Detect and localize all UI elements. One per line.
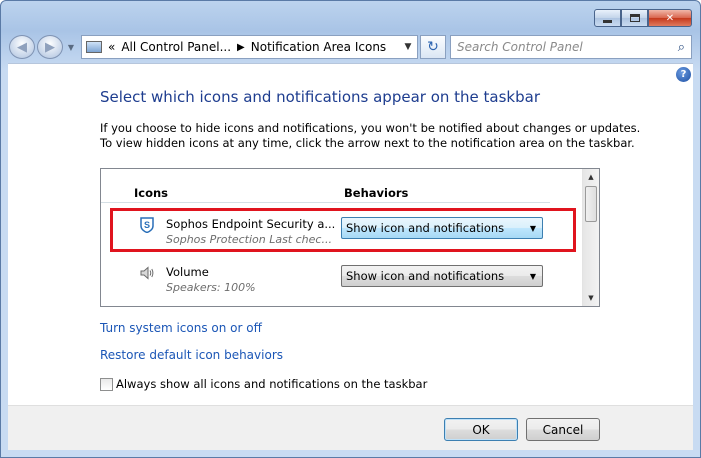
list-item-name: Volume — [166, 265, 209, 279]
minimize-icon — [603, 19, 612, 23]
behavior-dropdown-value: Show icon and notifications — [346, 269, 505, 283]
refresh-button[interactable]: ↻ — [420, 35, 446, 59]
page-description: If you choose to hide icons and notifica… — [100, 121, 660, 151]
scroll-down-icon: ▼ — [588, 294, 594, 302]
always-show-checkbox-label[interactable]: Always show all icons and notifications … — [116, 377, 427, 391]
address-dropdown-icon[interactable]: ▼ — [399, 42, 417, 52]
scroll-down-button[interactable]: ▼ — [583, 290, 599, 306]
breadcrumb-separator-icon[interactable]: ▶ — [237, 42, 245, 53]
button-bar: OK Cancel — [8, 405, 693, 450]
control-panel-icon — [86, 41, 102, 53]
back-button[interactable]: ◀ — [9, 35, 35, 59]
help-icon[interactable]: ? — [676, 67, 691, 82]
list-item[interactable]: Volume Speakers: 100% Show icon and noti… — [101, 259, 585, 305]
minimize-button[interactable] — [594, 9, 621, 27]
annotation-highlight-box — [110, 208, 576, 252]
search-input[interactable]: Search Control Panel ⌕ — [450, 35, 692, 59]
column-header-behaviors: Behaviors — [344, 186, 409, 200]
search-placeholder: Search Control Panel — [457, 40, 583, 54]
cancel-button[interactable]: Cancel — [526, 418, 600, 441]
scroll-thumb[interactable] — [585, 186, 597, 222]
navigation-bar: ◀ ▶ ▼ « All Control Panel... ▶ Notificat… — [9, 34, 692, 60]
restore-defaults-link[interactable]: Restore default icon behaviors — [100, 348, 283, 362]
maximize-icon — [629, 14, 640, 22]
chevron-down-icon: ▼ — [67, 42, 75, 52]
back-arrow-icon: ◀ — [17, 39, 27, 55]
search-icon[interactable]: ⌕ — [678, 40, 685, 55]
list-item-subtitle: Speakers: 100% — [166, 281, 256, 294]
breadcrumb-overflow[interactable]: « — [108, 40, 115, 54]
forward-arrow-icon: ▶ — [45, 39, 55, 55]
breadcrumb-notification-area-icons[interactable]: Notification Area Icons — [251, 40, 386, 54]
page-title: Select which icons and notifications app… — [100, 88, 540, 106]
turn-system-icons-link[interactable]: Turn system icons on or off — [100, 321, 262, 335]
vertical-scrollbar[interactable]: ▲ ▼ — [582, 169, 599, 306]
behavior-dropdown[interactable]: Show icon and notifications ▼ — [341, 265, 543, 287]
address-bar[interactable]: « All Control Panel... ▶ Notification Ar… — [81, 35, 418, 59]
column-header-icons: Icons — [134, 186, 169, 200]
breadcrumb-all-control-panel[interactable]: All Control Panel... — [121, 40, 231, 54]
chevron-down-icon: ▼ — [529, 271, 536, 281]
description-line-2: To view hidden icons at any time, click … — [100, 136, 635, 150]
maximize-button[interactable] — [621, 9, 648, 27]
ok-button[interactable]: OK — [444, 418, 518, 441]
forward-button[interactable]: ▶ — [37, 35, 63, 59]
scroll-up-button[interactable]: ▲ — [583, 169, 599, 185]
close-icon: ✕ — [665, 12, 675, 24]
always-show-checkbox[interactable] — [100, 377, 113, 391]
list-header: Icons Behaviors — [101, 183, 550, 203]
scroll-up-icon: ▲ — [588, 173, 594, 181]
always-show-checkbox-row[interactable]: Always show all icons and notifications … — [100, 377, 427, 391]
close-button[interactable]: ✕ — [648, 9, 692, 27]
caption-buttons: ✕ — [594, 9, 692, 27]
recent-pages-dropdown[interactable]: ▼ — [65, 43, 77, 52]
speaker-icon — [140, 266, 154, 280]
description-line-1: If you choose to hide icons and notifica… — [100, 121, 641, 135]
refresh-icon: ↻ — [427, 39, 439, 55]
